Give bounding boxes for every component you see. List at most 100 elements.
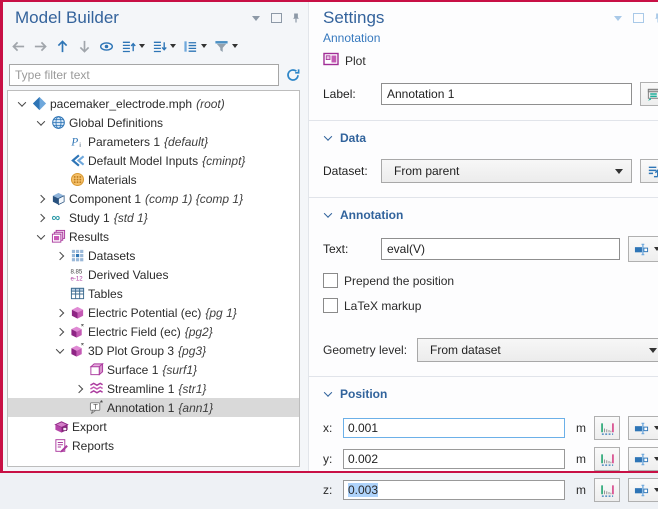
tree-item-label: 3D Plot Group 3 [88,344,174,358]
tree-item-component-1[interactable]: Component 1(comp 1) {comp 1} [8,189,299,208]
refresh-icon[interactable] [284,66,302,84]
tree-item-materials[interactable]: Materials [8,170,299,189]
expand-node-icon[interactable] [71,386,87,392]
tree-item-study-1[interactable]: ∞Study 1{std 1} [8,208,299,227]
collapse-node-icon[interactable] [14,101,30,107]
tree-item-datasets[interactable]: Datasets [8,246,299,265]
position-x-input[interactable] [343,418,565,438]
filter-icon[interactable] [214,36,238,56]
annotation-icon: T* [87,400,105,415]
rename-button[interactable] [640,82,658,106]
expand-node-icon[interactable] [33,215,49,221]
go-to-source-button[interactable] [640,159,658,183]
expand-all-icon[interactable] [121,36,145,56]
expand-node-icon[interactable] [52,253,68,259]
tree-item-3d-plot-group-3[interactable]: *3D Plot Group 3{pg3} [8,341,299,360]
float-panel-icon[interactable] [632,12,644,24]
show-icon[interactable] [99,36,114,56]
tree-item-label: Annotation 1 [107,401,174,415]
plot-button[interactable]: Plot [323,51,393,70]
forward-icon[interactable] [33,36,48,56]
model-root-icon [30,96,48,111]
derived-values-icon: 8.85e-12 [68,267,86,282]
tree-item-export[interactable]: Export [8,417,299,436]
tree-item-electric-field-ec[interactable]: *Electric Field (ec){pg2} [8,322,299,341]
tables-icon [68,286,86,301]
float-panel-icon[interactable] [270,12,282,24]
pin-panel-icon[interactable] [652,12,658,24]
settings-window-controls [612,12,658,24]
collapse-all-icon[interactable] [152,36,176,56]
tree-item-default-model-inputs[interactable]: Default Model Inputs{cminpt} [8,151,299,170]
svg-text:*: * [99,400,103,408]
annotation-section-header[interactable]: Annotation [325,208,658,222]
collapse-node-icon[interactable] [52,348,68,354]
model-tree-node-text-icon[interactable] [183,36,207,56]
dataset-select[interactable]: From parent [381,159,632,183]
plot-group-star-icon: * [68,343,86,358]
tree-item-parameters-1[interactable]: PiParameters 1{default} [8,132,299,151]
settings-breadcrumb[interactable]: Annotation [323,31,658,45]
position-axis-label: x: [323,421,343,435]
data-section-header[interactable]: Data [325,131,658,145]
tree-item-tag: (root) [196,97,225,111]
model-tree: pacemaker_electrode.mph(root)Global Defi… [7,90,300,467]
tree-item-tag: {pg 1} [205,306,236,320]
chevron-down-icon [654,457,658,461]
prepend-position-checkbox-row[interactable]: Prepend the position [323,273,658,288]
range-button[interactable] [594,447,620,471]
label-input[interactable] [381,83,632,105]
move-down-icon[interactable] [77,36,92,56]
insert-expression-button[interactable] [628,478,658,502]
position-y-input[interactable] [343,449,565,469]
globe-icon [49,115,67,130]
pin-panel-icon[interactable] [290,12,302,24]
plot-icon [323,51,339,70]
tree-item-results[interactable]: Results [8,227,299,246]
range-button[interactable] [594,478,620,502]
tree-item-electric-potential-ec[interactable]: Electric Potential (ec) {pg 1} [8,303,299,322]
expand-node-icon[interactable] [33,196,49,202]
tree-item-derived-values[interactable]: 8.85e-12Derived Values [8,265,299,284]
annotation-text-input[interactable] [381,238,620,260]
latex-markup-checkbox-row[interactable]: LaTeX markup [323,298,658,313]
datasets-icon [68,248,86,263]
model-inputs-icon [68,153,86,168]
tree-item-pacemaker-electrode-mph[interactable]: pacemaker_electrode.mph(root) [8,94,299,113]
collapse-node-icon[interactable] [33,234,49,240]
prepend-position-checkbox[interactable] [323,273,338,288]
insert-expression-button[interactable] [628,416,658,440]
tree-item-surface-1[interactable]: Surface 1{surf1} [8,360,299,379]
settings-panel: Settings Annotation Plot Label: Data Dat… [308,2,658,471]
move-up-icon[interactable] [55,36,70,56]
expand-node-icon[interactable] [52,310,68,316]
collapse-node-icon[interactable] [33,120,49,126]
latex-markup-checkbox[interactable] [323,298,338,313]
plot-group-icon [68,305,86,320]
position-section-header[interactable]: Position [325,387,658,401]
geometry-level-select[interactable]: From dataset [417,338,658,362]
text-row: Text: [323,236,658,262]
tree-item-global-definitions[interactable]: Global Definitions [8,113,299,132]
back-icon[interactable] [11,36,26,56]
chevron-down-icon [654,426,658,430]
insert-expression-button[interactable] [628,236,658,262]
expand-node-icon[interactable] [52,329,68,335]
dataset-caption: Dataset: [323,164,381,178]
tree-item-label: Export [72,420,107,434]
tree-item-reports[interactable]: Reports [8,436,299,455]
tree-item-annotation-1[interactable]: T*Annotation 1{ann1} [8,398,299,417]
text-caption: Text: [323,242,381,256]
insert-expression-button[interactable] [628,447,658,471]
tree-item-tables[interactable]: Tables [8,284,299,303]
tree-item-label: Electric Potential (ec) [88,306,201,320]
tree-item-label: Derived Values [88,268,168,282]
filter-input[interactable] [9,64,279,86]
position-z-input[interactable]: 0.003 [343,480,565,500]
menu-caret-icon[interactable] [612,12,624,24]
tree-item-label: Results [69,230,109,244]
tree-item-tag: {str1} [178,382,206,396]
menu-caret-icon[interactable] [250,12,262,24]
tree-item-streamline-1[interactable]: Streamline 1{str1} [8,379,299,398]
range-button[interactable] [594,416,620,440]
